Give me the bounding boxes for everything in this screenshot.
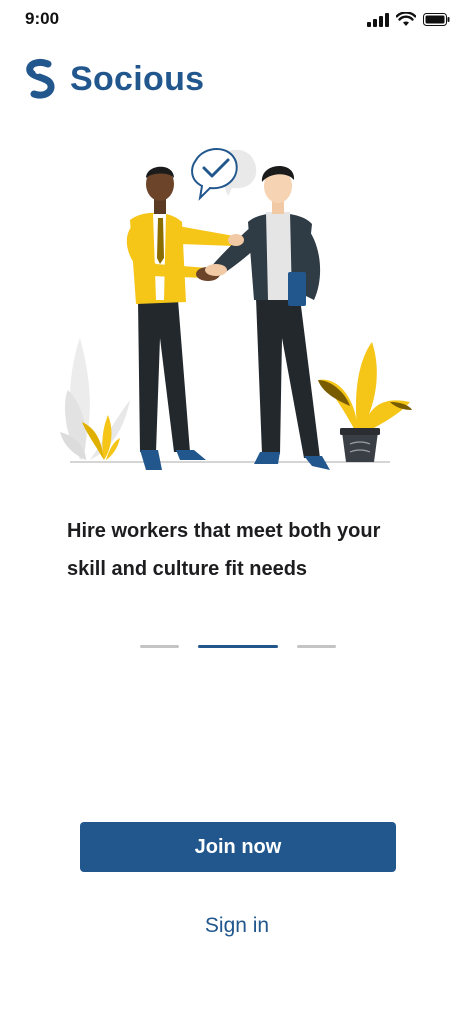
potted-plant [318, 342, 412, 462]
sign-in-link[interactable]: Sign in [0, 914, 474, 938]
signal-icon [367, 12, 389, 27]
page-dot-1[interactable] [140, 645, 179, 648]
left-plant [60, 338, 130, 460]
brand-name: Socious [70, 59, 205, 98]
headline-line-1: Hire workers that meet both your [67, 520, 381, 542]
wifi-icon [396, 12, 416, 26]
brand-logo: Socious [24, 58, 204, 100]
chat-bubbles [191, 148, 257, 201]
join-now-button[interactable]: Join now [80, 822, 396, 872]
page-dot-3[interactable] [297, 645, 336, 648]
status-time: 9:00 [25, 9, 60, 28]
onboarding-headline: Hire workers that meet both your skill a… [67, 512, 427, 588]
battery-icon [423, 13, 450, 26]
socious-logo-icon [26, 58, 55, 99]
page-dot-2[interactable] [198, 645, 278, 648]
headline-line-2: skill and culture fit needs [67, 558, 308, 580]
person-left [126, 166, 234, 470]
status-icons [367, 12, 450, 27]
status-bar: 9:00 [0, 0, 474, 40]
page-indicator [140, 645, 336, 648]
handshake-illustration [60, 148, 412, 470]
person-right [210, 165, 330, 470]
